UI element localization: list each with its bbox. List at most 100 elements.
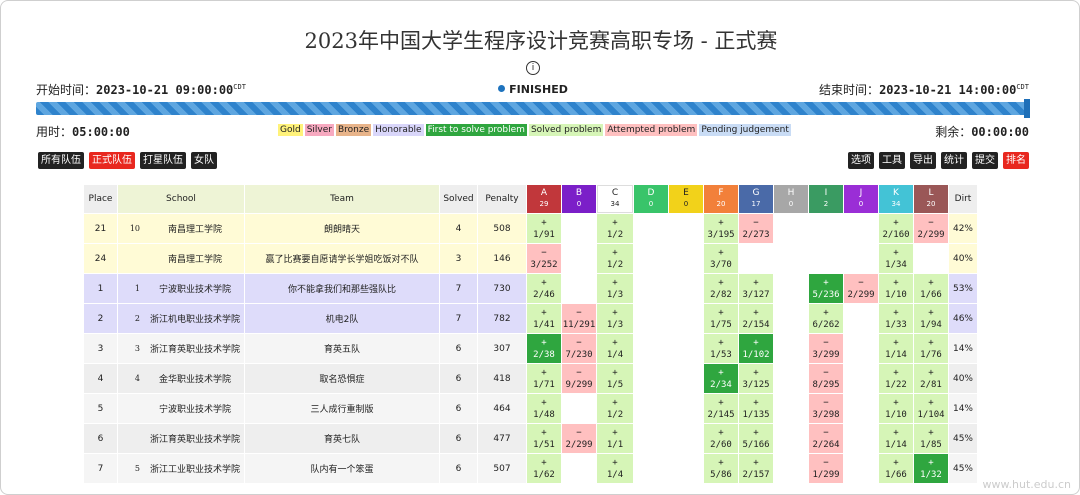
submissions-button[interactable]: 提交	[972, 152, 998, 169]
col-place[interactable]: Place	[84, 185, 117, 213]
problem-cell-a[interactable]: +1/41	[527, 304, 561, 333]
problem-header-c[interactable]: C 34	[597, 185, 633, 213]
problem-cell-k[interactable]: +1/66	[879, 454, 913, 483]
problem-cell-g[interactable]: +1/135	[739, 394, 773, 423]
problem-cell-g[interactable]: +2/154	[739, 304, 773, 333]
problem-cell-i[interactable]: +5/236	[809, 274, 843, 303]
problem-cell-k[interactable]: +1/33	[879, 304, 913, 333]
problem-cell-f[interactable]: +3/70	[704, 244, 738, 273]
problem-cell-i[interactable]: −2/264	[809, 424, 843, 453]
problem-cell-a[interactable]: +2/38	[527, 334, 561, 363]
table-row[interactable]: 3 3 浙江育英职业技术学院 育英五队 6 307 +2/38−7/230 +1/4 +1/53…	[84, 334, 977, 363]
problem-cell-i[interactable]: −3/298	[809, 394, 843, 423]
problem-cell-c[interactable]: +1/3	[597, 304, 633, 333]
table-row[interactable]: 2 2 浙江机电职业技术学院 机电2队 7 782 +1/41−11/291 +1/3 +1/7…	[84, 304, 977, 333]
tools-button[interactable]: 工具	[879, 152, 905, 169]
problem-cell-c[interactable]: +1/4	[597, 334, 633, 363]
problem-cell-f[interactable]: +5/86	[704, 454, 738, 483]
problem-cell-l[interactable]: +1/104	[914, 394, 948, 423]
problem-header-l[interactable]: L 20	[914, 185, 948, 213]
problem-cell-a[interactable]: +1/62	[527, 454, 561, 483]
problem-cell-a[interactable]: −3/252	[527, 244, 561, 273]
options-button[interactable]: 选项	[848, 152, 874, 169]
problem-header-h[interactable]: H0	[774, 185, 808, 213]
problem-cell-i[interactable]: −8/295	[809, 364, 843, 393]
problem-cell-i[interactable]: −1/299	[809, 454, 843, 483]
problem-cell-a[interactable]: +1/91	[527, 214, 561, 243]
problem-cell-k[interactable]: +1/10	[879, 274, 913, 303]
filter-star-teams-button[interactable]: 打星队伍	[140, 152, 186, 169]
problem-header-f[interactable]: F 20	[704, 185, 738, 213]
problem-cell-k[interactable]: +1/14	[879, 424, 913, 453]
problem-cell-l[interactable]: +1/66	[914, 274, 948, 303]
problem-header-i[interactable]: I2	[809, 185, 843, 213]
filter-all-teams-button[interactable]: 所有队伍	[38, 152, 84, 169]
ranking-button[interactable]: 排名	[1003, 152, 1029, 169]
table-row[interactable]: 6 浙江育英职业技术学院 育英七队 6 477 +1/51−2/299 +1/1 +2/60 +…	[84, 424, 977, 453]
problem-cell-a[interactable]: +1/48	[527, 394, 561, 423]
problem-header-a[interactable]: A 29	[527, 185, 561, 213]
col-penalty[interactable]: Penalty	[478, 185, 526, 213]
problem-cell-f[interactable]: +1/75	[704, 304, 738, 333]
problem-cell-l[interactable]: −2/299	[914, 214, 948, 243]
problem-cell-g[interactable]: +2/157	[739, 454, 773, 483]
problem-cell-c[interactable]: +1/2	[597, 394, 633, 423]
problem-cell-b[interactable]: −11/291	[562, 304, 596, 333]
problem-cell-k[interactable]: +1/10	[879, 394, 913, 423]
problem-cell-a[interactable]: +1/71	[527, 364, 561, 393]
problem-cell-k[interactable]: +1/34	[879, 244, 913, 273]
table-row[interactable]: 4 4 金华职业技术学院 取名恐惧症 6 418 +1/71−9/299 +1/5 +2/34 +…	[84, 364, 977, 393]
problem-cell-c[interactable]: +1/4	[597, 454, 633, 483]
problem-cell-c[interactable]: +1/5	[597, 364, 633, 393]
problem-cell-c[interactable]: +1/3	[597, 274, 633, 303]
problem-cell-l[interactable]: +1/76	[914, 334, 948, 363]
info-icon[interactable]: i	[526, 61, 540, 75]
col-solved[interactable]: Solved	[440, 185, 477, 213]
col-dirt[interactable]: Dirt	[949, 185, 977, 213]
table-row[interactable]: 21 10 南昌理工学院 朗朗晴天 4 508 +1/91 +1/2 +3/195−2/273 +…	[84, 214, 977, 243]
problem-cell-g[interactable]: −2/273	[739, 214, 773, 243]
problem-cell-b[interactable]: −2/299	[562, 424, 596, 453]
problem-cell-g[interactable]: +3/125	[739, 364, 773, 393]
problem-header-d[interactable]: D0	[634, 185, 668, 213]
problem-cell-k[interactable]: +1/14	[879, 334, 913, 363]
problem-cell-g[interactable]: +3/127	[739, 274, 773, 303]
problem-cell-f[interactable]: +2/145	[704, 394, 738, 423]
col-team[interactable]: Team	[245, 185, 439, 213]
problem-cell-a[interactable]: +1/51	[527, 424, 561, 453]
table-row[interactable]: 5 宁波职业技术学院 三人成行重制版 6 464 +1/48 +1/2 +2/145 +1/13…	[84, 394, 977, 423]
problem-cell-f[interactable]: +3/195	[704, 214, 738, 243]
problem-cell-i[interactable]: +6/262	[809, 304, 843, 333]
export-button[interactable]: 导出	[910, 152, 936, 169]
problem-header-k[interactable]: K 34	[879, 185, 913, 213]
problem-cell-f[interactable]: +1/53	[704, 334, 738, 363]
table-row[interactable]: 7 5 浙江工业职业技术学院 队内有一个笨蛋 6 507 +1/62 +1/4 +5/86 +2/…	[84, 454, 977, 483]
problem-cell-c[interactable]: +1/1	[597, 424, 633, 453]
problem-cell-b[interactable]: −7/230	[562, 334, 596, 363]
problem-header-g[interactable]: G 17	[739, 185, 773, 213]
problem-header-b[interactable]: B0	[562, 185, 596, 213]
problem-cell-k[interactable]: +2/160	[879, 214, 913, 243]
table-row[interactable]: 1 1 宁波职业技术学院 你不能拿我们和那些强队比 7 730 +2/46 +1/3 +2/82…	[84, 274, 977, 303]
problem-cell-f[interactable]: +2/34	[704, 364, 738, 393]
col-school[interactable]: School	[118, 185, 244, 213]
problem-header-e[interactable]: E0	[669, 185, 703, 213]
filter-official-teams-button[interactable]: 正式队伍	[89, 152, 135, 169]
statistics-button[interactable]: 统计	[941, 152, 967, 169]
problem-cell-g[interactable]: +5/166	[739, 424, 773, 453]
problem-cell-l[interactable]: +1/85	[914, 424, 948, 453]
problem-cell-l[interactable]: +2/81	[914, 364, 948, 393]
problem-cell-i[interactable]: −3/299	[809, 334, 843, 363]
problem-header-j[interactable]: J0	[844, 185, 878, 213]
problem-cell-c[interactable]: +1/2	[597, 244, 633, 273]
problem-cell-l[interactable]: +1/32	[914, 454, 948, 483]
problem-cell-c[interactable]: +1/2	[597, 214, 633, 243]
problem-cell-l[interactable]: +1/94	[914, 304, 948, 333]
problem-cell-j[interactable]: −2/299	[844, 274, 878, 303]
table-row[interactable]: 24 南昌理工学院 赢了比赛要自愿请学长学姐吃饭对不队 3 146−3/252 +1/2 +…	[84, 244, 977, 273]
problem-cell-g[interactable]: +1/102	[739, 334, 773, 363]
progress-handle[interactable]	[1024, 99, 1030, 118]
problem-cell-k[interactable]: +1/22	[879, 364, 913, 393]
problem-cell-b[interactable]: −9/299	[562, 364, 596, 393]
filter-girls-teams-button[interactable]: 女队	[191, 152, 217, 169]
